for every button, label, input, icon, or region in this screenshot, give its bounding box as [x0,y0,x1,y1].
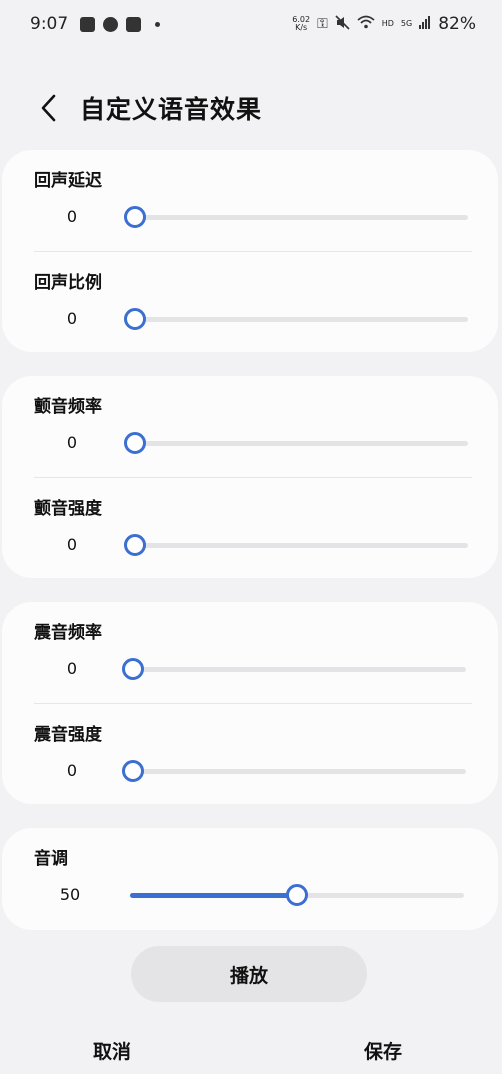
cancel-button[interactable]: 取消 [52,1030,172,1070]
battery-level: 82% [438,14,476,34]
slider-track [132,215,468,220]
echo-delay-slider[interactable] [124,205,468,229]
pitch-label: 音调 [34,849,68,869]
echo-ratio-label: 回声比例 [34,273,102,293]
vibrato-frequency-row: 颤音频率 0 [2,376,498,476]
pitch-card: 音调 50 [2,828,498,930]
signal-icon [419,15,431,33]
pitch-row: 音调 50 [2,828,498,930]
tremolo-frequency-label: 震音频率 [34,623,102,643]
wifi-icon [357,15,375,33]
qq-notification-icon [103,16,119,32]
tremolo-frequency-slider[interactable] [122,657,466,681]
header: 自定义语音效果 [0,80,502,136]
vibrato-card: 颤音频率 0 颤音强度 0 [2,376,498,578]
slider-thumb[interactable] [124,308,146,330]
tremolo-strength-row: 震音强度 0 [2,704,498,804]
echo-ratio-slider[interactable] [124,307,468,331]
slider-track [130,667,466,672]
key-icon: ⚿ [317,16,328,32]
chevron-left-icon [41,94,56,122]
tremolo-strength-value: 0 [66,761,78,780]
status-right: 6.02 K/s ⚿ HD 5G 82% [292,14,476,34]
network-label: 5G [400,19,413,28]
mute-icon [335,14,350,34]
slider-track [130,769,466,774]
vibrato-strength-value: 0 [66,535,78,554]
status-left: 9:07 [30,14,161,34]
status-bar: 9:07 6.02 K/s ⚿ HD 5G 82% [0,0,502,48]
echo-ratio-value: 0 [66,309,78,328]
app-notification-icon [126,16,142,32]
vibrato-strength-row: 颤音强度 0 [2,478,498,578]
vibrato-frequency-label: 颤音频率 [34,397,102,417]
vibrato-strength-slider[interactable] [124,533,468,557]
tremolo-frequency-row: 震音频率 0 [2,602,498,702]
slider-track [132,441,468,446]
slider-thumb[interactable] [124,534,146,556]
vibrato-frequency-value: 0 [66,433,78,452]
echo-card: 回声延迟 0 回声比例 0 [2,150,498,352]
tremolo-strength-slider[interactable] [122,759,466,783]
status-time: 9:07 [30,14,69,34]
slider-track [132,543,468,548]
more-notifications-icon [155,21,161,27]
save-button[interactable]: 保存 [323,1030,443,1070]
echo-ratio-row: 回声比例 0 [2,252,498,352]
vibrato-strength-label: 颤音强度 [34,499,102,519]
back-button[interactable] [26,86,70,130]
tremolo-frequency-value: 0 [66,659,78,678]
slider-thumb[interactable] [124,206,146,228]
slider-track [132,317,468,322]
net-speed-unit: K/s [295,23,308,32]
vibrato-frequency-slider[interactable] [124,431,468,455]
pitch-slider[interactable] [130,883,464,907]
slider-thumb[interactable] [124,432,146,454]
slider-fill [130,893,297,898]
tremolo-strength-label: 震音强度 [34,725,102,745]
tremolo-card: 震音频率 0 震音强度 0 [2,602,498,804]
slider-thumb[interactable] [122,658,144,680]
slider-thumb[interactable] [122,760,144,782]
page-title: 自定义语音效果 [80,95,263,124]
play-button[interactable]: 播放 [131,946,367,1002]
hd-label: HD [381,19,394,28]
slider-thumb[interactable] [286,884,308,906]
net-speed: 6.02 K/s [292,16,310,32]
gallery-notification-icon [80,16,96,32]
echo-delay-value: 0 [66,207,78,226]
echo-delay-label: 回声延迟 [34,171,102,191]
echo-delay-row: 回声延迟 0 [2,150,498,250]
pitch-value: 50 [59,885,81,904]
